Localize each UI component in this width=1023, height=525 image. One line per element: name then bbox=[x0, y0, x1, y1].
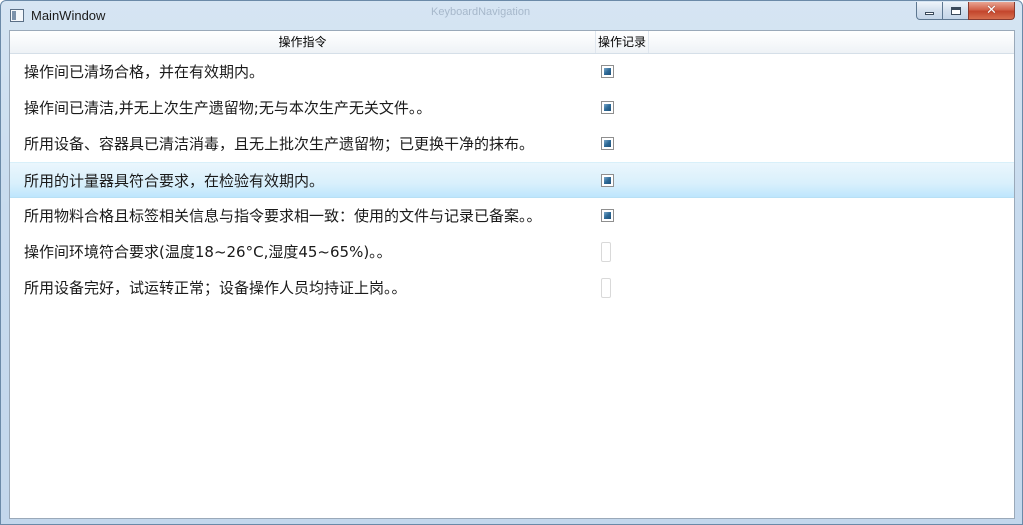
table-row[interactable]: 操作间已清洁,并无上次生产遗留物;无与本次生产无关文件。。 bbox=[10, 90, 1014, 126]
table-row[interactable]: 所用设备完好，试运转正常；设备操作人员均持证上岗。。 bbox=[10, 270, 1014, 306]
record-checkbox[interactable] bbox=[601, 242, 611, 262]
table-row[interactable]: 操作间已清场合格，并在有效期内。 bbox=[10, 54, 1014, 90]
minimize-button[interactable] bbox=[916, 2, 943, 20]
table-row[interactable]: 操作间环境符合要求(温度18~26°C,湿度45~65%)。。 bbox=[10, 234, 1014, 270]
main-window: MainWindow KeyboardNavigation ✕ 操作指令 操作记… bbox=[0, 0, 1023, 525]
instruction-text: 所用设备、容器具已清洁消毒，且无上批次生产遗留物；已更换干净的抹布。 bbox=[24, 135, 535, 153]
maximize-icon bbox=[950, 6, 961, 15]
window-title: MainWindow bbox=[31, 8, 106, 23]
instruction-text: 所用物料合格且标签相关信息与指令要求相一致：使用的文件与记录已备案。。 bbox=[24, 207, 542, 225]
close-icon: ✕ bbox=[986, 3, 997, 18]
title-bar[interactable]: MainWindow KeyboardNavigation ✕ bbox=[1, 1, 1022, 30]
instruction-text: 操作间已清场合格，并在有效期内。 bbox=[24, 63, 265, 81]
close-button[interactable]: ✕ bbox=[968, 2, 1015, 20]
instruction-text: 操作间已清洁,并无上次生产遗留物;无与本次生产无关文件。。 bbox=[24, 99, 432, 117]
record-checkbox[interactable] bbox=[601, 101, 614, 114]
table-row[interactable]: 所用物料合格且标签相关信息与指令要求相一致：使用的文件与记录已备案。。 bbox=[10, 198, 1014, 234]
minimize-icon bbox=[925, 12, 934, 15]
instruction-text: 所用的计量器具符合要求，在检验有效期内。 bbox=[24, 172, 325, 190]
instruction-text: 操作间环境符合要求(温度18~26°C,湿度45~65%)。。 bbox=[24, 243, 392, 261]
data-grid[interactable]: 操作指令 操作记录 操作间已清场合格，并在有效期内。操作间已清洁,并无上次生产遗… bbox=[9, 30, 1015, 519]
table-row[interactable]: 所用设备、容器具已清洁消毒，且无上批次生产遗留物；已更换干净的抹布。 bbox=[10, 126, 1014, 162]
record-checkbox[interactable] bbox=[601, 65, 614, 78]
column-header-record[interactable]: 操作记录 bbox=[596, 31, 649, 53]
maximize-button[interactable] bbox=[942, 2, 969, 20]
record-checkbox[interactable] bbox=[601, 209, 614, 222]
record-checkbox[interactable] bbox=[601, 174, 614, 187]
background-window-title: KeyboardNavigation bbox=[431, 6, 531, 18]
table-row[interactable]: 所用的计量器具符合要求，在检验有效期内。 bbox=[10, 162, 1014, 198]
grid-rows: 操作间已清场合格，并在有效期内。操作间已清洁,并无上次生产遗留物;无与本次生产无… bbox=[10, 54, 1014, 306]
instruction-text: 所用设备完好，试运转正常；设备操作人员均持证上岗。。 bbox=[24, 279, 407, 297]
record-checkbox[interactable] bbox=[601, 278, 611, 298]
grid-header: 操作指令 操作记录 bbox=[10, 31, 1014, 54]
app-icon bbox=[10, 9, 24, 22]
record-checkbox[interactable] bbox=[601, 137, 614, 150]
column-header-instruction[interactable]: 操作指令 bbox=[10, 31, 596, 53]
